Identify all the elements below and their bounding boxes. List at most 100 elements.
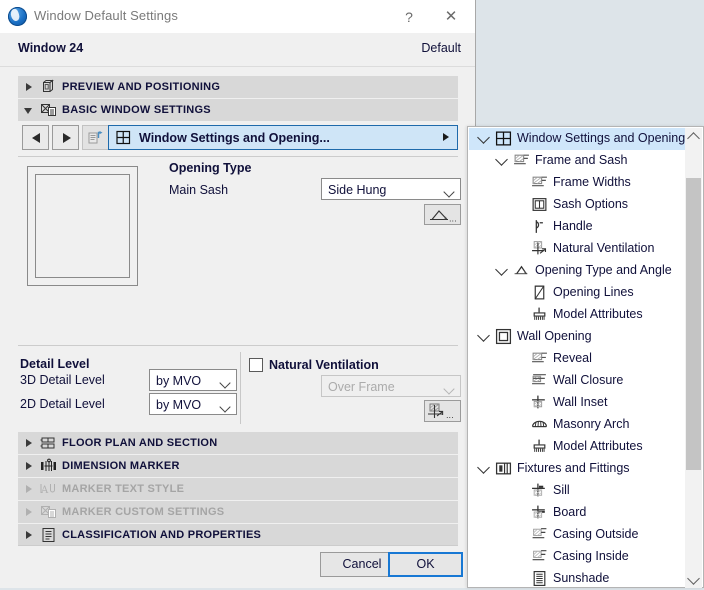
- previous-page-button[interactable]: [22, 125, 49, 150]
- main-sash-select[interactable]: Side Hung: [321, 178, 461, 200]
- tree-item-opening-lines[interactable]: Opening Lines: [469, 282, 687, 304]
- page-selector-value: Window Settings and Opening...: [139, 131, 330, 145]
- chevron-down-icon[interactable]: [477, 329, 490, 342]
- chevron-down-icon: [443, 186, 455, 198]
- floor-plan-icon: [40, 435, 57, 451]
- object-name-label: Window 24: [18, 41, 84, 55]
- tree-item-label: Wall Closure: [553, 373, 624, 387]
- sill-icon: [531, 482, 548, 499]
- casing-inside-icon: [531, 548, 548, 565]
- chevron-down-icon: [443, 383, 455, 395]
- tree-item-frame-widths[interactable]: Frame Widths: [469, 172, 687, 194]
- tree-scrollbar[interactable]: [685, 128, 702, 588]
- section-label: BASIC WINDOW SETTINGS: [62, 104, 211, 116]
- section-label: MARKER CUSTOM SETTINGS: [62, 506, 225, 518]
- chevron-right-icon: [443, 133, 449, 141]
- detail-3d-value: by MVO: [156, 374, 202, 388]
- main-sash-value: Side Hung: [328, 183, 387, 197]
- help-button[interactable]: ?: [398, 7, 420, 27]
- tree-item-fixtures-and-fittings[interactable]: Fixtures and Fittings: [469, 458, 687, 480]
- casing-outside-icon: [531, 526, 548, 543]
- wall-inset-icon: [531, 394, 548, 411]
- section-floor-plan-and-section[interactable]: FLOOR PLAN AND SECTION: [18, 432, 458, 454]
- natural-ventilation-checkbox[interactable]: [249, 358, 263, 372]
- section-marker-text-style[interactable]: A MARKER TEXT STYLE: [18, 478, 458, 500]
- scroll-down-button[interactable]: [685, 571, 702, 588]
- tree-item-sash-options[interactable]: Sash Options: [469, 194, 687, 216]
- tree-item-casing-inside[interactable]: Casing Inside: [469, 546, 687, 568]
- page-selector-dropdown[interactable]: Window Settings and Opening...: [108, 125, 458, 150]
- tree-item-model-attributes[interactable]: Model Attributes: [469, 436, 687, 458]
- dialog-titlebar: Window Default Settings ? ✕: [0, 0, 475, 33]
- cube-icon: [40, 79, 57, 95]
- section-marker-custom-settings[interactable]: MARKER CUSTOM SETTINGS: [18, 501, 458, 523]
- chevron-right-icon: [26, 508, 32, 516]
- tree-item-masonry-arch[interactable]: Masonry Arch: [469, 414, 687, 436]
- tree-item-wall-opening[interactable]: Wall Opening: [469, 326, 687, 348]
- detail-3d-select[interactable]: by MVO: [149, 369, 237, 391]
- section-basic-window-settings[interactable]: BASIC WINDOW SETTINGS: [18, 99, 458, 121]
- tree-item-sill[interactable]: Sill: [469, 480, 687, 502]
- page-list-button[interactable]: [82, 125, 109, 150]
- chevron-up-icon: [687, 132, 700, 145]
- ok-button[interactable]: OK: [388, 552, 463, 577]
- svg-text:...: ...: [449, 215, 457, 224]
- chevron-down-icon[interactable]: [495, 153, 508, 166]
- chevron-down-icon: [687, 572, 700, 585]
- tree-item-wall-inset[interactable]: Wall Inset: [469, 392, 687, 414]
- tree-item-frame-and-sash[interactable]: Frame and Sash: [469, 150, 687, 172]
- custom-settings-icon: [40, 504, 57, 520]
- tree-item-sunshade[interactable]: Sunshade: [469, 568, 687, 590]
- brush-icon: [531, 306, 548, 323]
- chevron-down-icon[interactable]: [477, 131, 490, 144]
- close-button[interactable]: ✕: [440, 7, 462, 27]
- ventilation-settings-button[interactable]: ...: [424, 400, 461, 422]
- page-tree-popup: Window Settings and Opening Frame and Sas…: [467, 126, 704, 588]
- tree-item-reveal[interactable]: Reveal: [469, 348, 687, 370]
- tree-item-label: Natural Ventilation: [553, 241, 655, 255]
- section-classification-and-properties[interactable]: CLASSIFICATION AND PROPERTIES: [18, 524, 458, 546]
- opening-angle-settings-button[interactable]: ...: [424, 204, 461, 225]
- tree-item-board[interactable]: Board: [469, 502, 687, 524]
- dialog-title: Window Default Settings: [34, 8, 178, 23]
- window-preview: [27, 166, 138, 286]
- scrollbar-thumb[interactable]: [686, 178, 701, 470]
- frame-sash-icon: [513, 152, 530, 169]
- main-sash-label: Main Sash: [169, 183, 229, 197]
- tree-item-label: Opening Type and Angle: [535, 263, 672, 277]
- section-label: PREVIEW AND POSITIONING: [62, 81, 221, 93]
- list-icon: [40, 527, 57, 543]
- svg-text:...: ...: [446, 411, 454, 420]
- chevron-down-icon[interactable]: [495, 263, 508, 276]
- object-header: Window 24 Default: [0, 33, 475, 67]
- opening-type-title: Opening Type: [169, 161, 252, 175]
- ventilation-position-select[interactable]: Over Frame: [321, 375, 461, 397]
- next-page-button[interactable]: [52, 125, 79, 150]
- triangle-right-icon: [63, 133, 71, 143]
- opening-angle-icon: [513, 262, 530, 279]
- tree-item-model-attributes[interactable]: Model Attributes: [469, 304, 687, 326]
- divider: [18, 345, 458, 346]
- tree-item-label: Frame and Sash: [535, 153, 628, 167]
- tree-item-window-settings-and-opening[interactable]: Window Settings and Opening: [469, 128, 687, 150]
- tree-item-label: Handle: [553, 219, 593, 233]
- section-preview-and-positioning[interactable]: PREVIEW AND POSITIONING: [18, 76, 458, 98]
- section-dimension-marker[interactable]: DIMENSION MARKER: [18, 455, 458, 477]
- section-label: MARKER TEXT STYLE: [62, 483, 185, 495]
- favorite-label[interactable]: Default: [421, 41, 461, 55]
- tree-item-label: Casing Outside: [553, 527, 639, 541]
- tree-item-casing-outside[interactable]: Casing Outside: [469, 524, 687, 546]
- window-default-settings-dialog: Window Default Settings ? ✕ Window 24 De…: [0, 0, 476, 588]
- custom-settings-icon: [40, 102, 57, 118]
- chevron-down-icon[interactable]: [477, 461, 490, 474]
- dimension-marker-icon: [40, 458, 57, 474]
- tree-item-natural-ventilation[interactable]: Natural Ventilation: [469, 238, 687, 260]
- scroll-up-button[interactable]: [685, 128, 702, 145]
- divider: [18, 156, 458, 157]
- fixtures-icon: [495, 460, 512, 477]
- frame-width-icon: [531, 174, 548, 191]
- tree-item-opening-type-and-angle[interactable]: Opening Type and Angle: [469, 260, 687, 282]
- tree-item-wall-closure[interactable]: Wall Closure: [469, 370, 687, 392]
- detail-2d-select[interactable]: by MVO: [149, 393, 237, 415]
- tree-item-handle[interactable]: Handle: [469, 216, 687, 238]
